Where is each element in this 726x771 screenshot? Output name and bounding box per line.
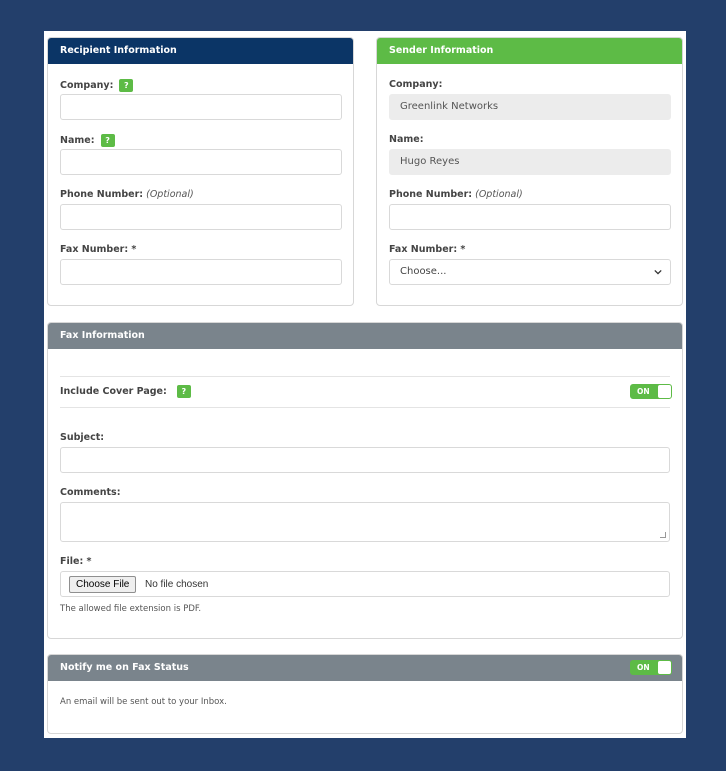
cover-page-label-text: Include Cover Page: bbox=[60, 386, 167, 397]
toggle-knob bbox=[658, 385, 671, 398]
subject-label-text: Subject: bbox=[60, 432, 105, 443]
divider bbox=[60, 407, 670, 408]
sender-company-field: Greenlink Networks bbox=[389, 94, 671, 120]
sender-header: Sender Information bbox=[377, 38, 682, 64]
optional-tag: (Optional) bbox=[146, 189, 194, 200]
sender-phone-label: Phone Number: (Optional) bbox=[389, 189, 523, 200]
chevron-down-icon bbox=[654, 269, 662, 275]
file-hint: The allowed file extension is PDF. bbox=[60, 604, 202, 614]
sender-fax-selected: Choose... bbox=[400, 266, 447, 277]
recipient-company-label: Company: ? bbox=[60, 79, 134, 92]
file-label-text: File: * bbox=[60, 556, 92, 567]
recipient-phone-input[interactable] bbox=[60, 204, 342, 230]
recipient-fax-label: Fax Number: * bbox=[60, 244, 136, 255]
recipient-phone-label: Phone Number: (Optional) bbox=[60, 189, 194, 200]
fax-info-title: Fax Information bbox=[60, 330, 145, 341]
fax-info-header: Fax Information bbox=[48, 323, 682, 349]
divider bbox=[60, 376, 670, 377]
optional-tag: (Optional) bbox=[475, 189, 523, 200]
subject-label: Subject: bbox=[60, 432, 104, 443]
recipient-fax-label-text: Fax Number: * bbox=[60, 244, 137, 255]
recipient-header: Recipient Information bbox=[48, 38, 353, 64]
notify-toggle-label: ON bbox=[637, 663, 650, 672]
sender-title: Sender Information bbox=[389, 45, 494, 56]
notify-header: Notify me on Fax Status ON bbox=[48, 655, 682, 681]
recipient-name-label-text: Name: bbox=[60, 135, 95, 146]
comments-label-text: Comments: bbox=[60, 487, 121, 498]
recipient-name-label: Name: ? bbox=[60, 134, 115, 147]
sender-card: Sender Information Company: Greenlink Ne… bbox=[376, 37, 683, 306]
fax-info-card: Fax Information Include Cover Page: ? ON… bbox=[47, 322, 683, 639]
cover-page-label: Include Cover Page: ? bbox=[60, 385, 191, 398]
file-status: No file chosen bbox=[145, 579, 209, 590]
cover-page-toggle[interactable]: ON bbox=[630, 384, 672, 399]
sender-fax-label: Fax Number: * bbox=[389, 244, 465, 255]
file-input[interactable]: Choose File No file chosen bbox=[60, 571, 670, 597]
recipient-card: Recipient Information Company: ? Name: ?… bbox=[47, 37, 354, 306]
sender-name-field: Hugo Reyes bbox=[389, 149, 671, 175]
resize-handle[interactable] bbox=[660, 532, 666, 538]
toggle-knob bbox=[658, 661, 671, 674]
sender-name-label-text: Name: bbox=[389, 134, 424, 145]
sender-phone-input[interactable] bbox=[389, 204, 671, 230]
subject-input[interactable] bbox=[60, 447, 670, 473]
help-icon[interactable]: ? bbox=[119, 79, 134, 92]
choose-file-button[interactable]: Choose File bbox=[69, 576, 137, 593]
help-icon[interactable]: ? bbox=[100, 134, 115, 147]
cover-toggle-label: ON bbox=[637, 387, 650, 396]
recipient-phone-label-text: Phone Number: bbox=[60, 189, 144, 200]
notify-title: Notify me on Fax Status bbox=[60, 662, 189, 673]
notify-message: An email will be sent out to your Inbox. bbox=[60, 697, 227, 707]
comments-label: Comments: bbox=[60, 487, 121, 498]
sender-fax-select[interactable]: Choose... bbox=[389, 259, 671, 285]
recipient-company-input[interactable] bbox=[60, 94, 342, 120]
fax-form-page: Recipient Information Company: ? Name: ?… bbox=[44, 31, 686, 738]
comments-textarea[interactable] bbox=[60, 502, 670, 542]
sender-name-label: Name: bbox=[389, 134, 424, 145]
sender-fax-label-text: Fax Number: * bbox=[389, 244, 466, 255]
sender-phone-label-text: Phone Number: bbox=[389, 189, 473, 200]
recipient-title: Recipient Information bbox=[60, 45, 177, 56]
recipient-name-input[interactable] bbox=[60, 149, 342, 175]
file-label: File: * bbox=[60, 556, 92, 567]
help-icon[interactable]: ? bbox=[176, 385, 191, 398]
notify-toggle[interactable]: ON bbox=[630, 660, 672, 675]
recipient-fax-input[interactable] bbox=[60, 259, 342, 285]
recipient-company-label-text: Company: bbox=[60, 80, 114, 91]
sender-company-label-text: Company: bbox=[389, 79, 443, 90]
sender-company-label: Company: bbox=[389, 79, 442, 90]
notify-card: Notify me on Fax Status ON An email will… bbox=[47, 654, 683, 734]
